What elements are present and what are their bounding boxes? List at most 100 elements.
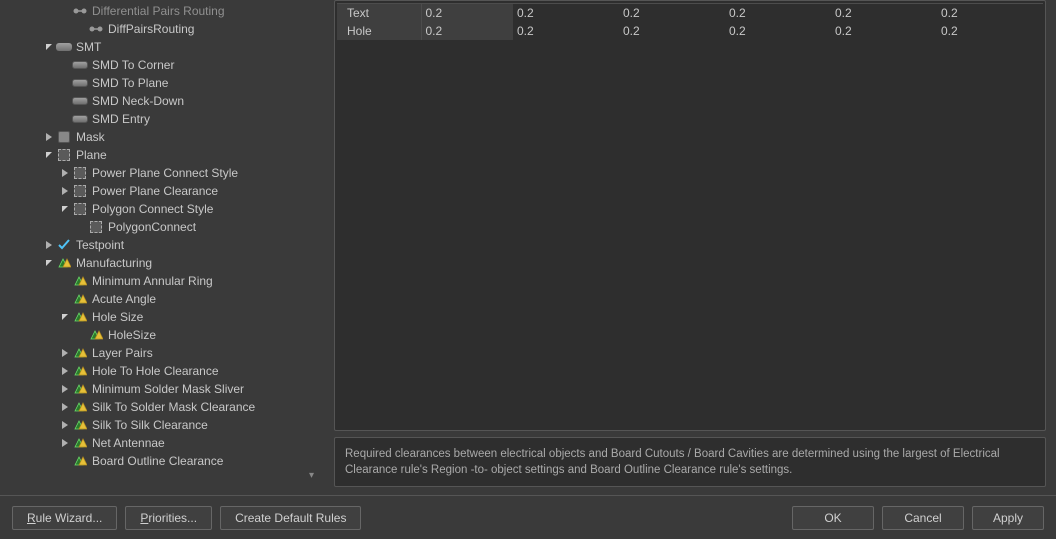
expand-icon[interactable] <box>60 168 70 178</box>
ok-button[interactable]: OK <box>792 506 874 530</box>
mfg-icon <box>72 292 88 306</box>
expand-icon[interactable] <box>60 438 70 448</box>
tree-item-mask[interactable]: Mask <box>10 128 326 146</box>
tree-item-polygon-connect-style[interactable]: Polygon Connect Style <box>10 200 326 218</box>
cancel-button[interactable]: Cancel <box>882 506 964 530</box>
tree-item-smd-neck-down[interactable]: SMD Neck-Down <box>10 92 326 110</box>
tree-item-hole-size[interactable]: Hole Size <box>10 308 326 326</box>
tree-item-label: Manufacturing <box>76 256 152 270</box>
expand-icon[interactable] <box>60 366 70 376</box>
clearance-grid: Text0.20.20.20.20.20.2Hole0.20.20.20.20.… <box>334 0 1046 431</box>
plane-icon <box>72 166 88 180</box>
cell[interactable]: 0.2 <box>619 4 725 23</box>
cell[interactable]: 0.2 <box>937 22 1043 40</box>
diff-icon <box>72 4 88 18</box>
mfg-icon <box>72 364 88 378</box>
tree-item-smt[interactable]: SMT <box>10 38 326 56</box>
tree-item-hole-to-hole-clearance[interactable]: Hole To Hole Clearance <box>10 362 326 380</box>
mask-icon <box>56 130 72 144</box>
tree-item-label: Layer Pairs <box>92 346 153 360</box>
tree-item-label: Hole Size <box>92 310 143 324</box>
tree-item-minimum-annular-ring[interactable]: Minimum Annular Ring <box>10 272 326 290</box>
tree-item-power-plane-clearance[interactable]: Power Plane Clearance <box>10 182 326 200</box>
rule-wizard-button[interactable]: Rule Wizard... <box>12 506 117 530</box>
tree-item-label: Mask <box>76 130 105 144</box>
expand-icon[interactable] <box>60 384 70 394</box>
mfg-icon <box>72 400 88 414</box>
cell[interactable]: 0.2 <box>831 4 937 23</box>
smt-icon <box>56 40 72 54</box>
tree-item-holesize[interactable]: HoleSize <box>10 326 326 344</box>
tree-item-smd-to-plane[interactable]: SMD To Plane <box>10 74 326 92</box>
mfg-icon <box>72 274 88 288</box>
tree-item-label: SMD To Corner <box>92 58 174 72</box>
table-row: Hole0.20.20.20.20.20.2 <box>337 22 1043 40</box>
cell[interactable]: 0.2 <box>421 4 513 23</box>
cell[interactable]: 0.2 <box>725 22 831 40</box>
tree-item-acute-angle[interactable]: Acute Angle <box>10 290 326 308</box>
tree-item-manufacturing[interactable]: Manufacturing <box>10 254 326 272</box>
collapse-icon[interactable] <box>44 42 54 52</box>
cell[interactable]: 0.2 <box>937 4 1043 23</box>
tree-item-testpoint[interactable]: Testpoint <box>10 236 326 254</box>
tree-item-differential-pairs-routing[interactable]: Differential Pairs Routing <box>10 2 326 20</box>
tree-item-minimum-solder-mask-sliver[interactable]: Minimum Solder Mask Sliver <box>10 380 326 398</box>
mfg-icon <box>72 310 88 324</box>
row-header: Hole <box>337 22 421 40</box>
expand-icon[interactable] <box>60 420 70 430</box>
priorities-button[interactable]: Priorities... <box>125 506 212 530</box>
tree-item-label: Power Plane Clearance <box>92 184 218 198</box>
apply-button[interactable]: Apply <box>972 506 1044 530</box>
collapse-icon[interactable] <box>44 258 54 268</box>
cell[interactable]: 0.2 <box>619 22 725 40</box>
tree-item-board-outline-clearance[interactable]: Board Outline Clearance <box>10 452 326 470</box>
scroll-down-icon[interactable]: ▾ <box>309 470 314 481</box>
tree-item-power-plane-connect-style[interactable]: Power Plane Connect Style <box>10 164 326 182</box>
smd-icon <box>72 58 88 72</box>
tree-item-smd-to-corner[interactable]: SMD To Corner <box>10 56 326 74</box>
tree-item-label: SMT <box>76 40 101 54</box>
smd-icon <box>72 112 88 126</box>
tree-item-layer-pairs[interactable]: Layer Pairs <box>10 344 326 362</box>
cell[interactable]: 0.2 <box>513 4 619 23</box>
mfg-icon <box>72 436 88 450</box>
tree-item-plane[interactable]: Plane <box>10 146 326 164</box>
tree-item-label: SMD Neck-Down <box>92 94 184 108</box>
tree-item-silk-to-solder-mask-clearance[interactable]: Silk To Solder Mask Clearance <box>10 398 326 416</box>
collapse-icon[interactable] <box>60 312 70 322</box>
tree-item-label: Power Plane Connect Style <box>92 166 238 180</box>
mfg-icon <box>56 256 72 270</box>
expand-icon[interactable] <box>44 132 54 142</box>
tree-item-net-antennae[interactable]: Net Antennae <box>10 434 326 452</box>
cell[interactable]: 0.2 <box>513 22 619 40</box>
cell[interactable]: 0.2 <box>725 4 831 23</box>
tree-item-label: HoleSize <box>108 328 156 342</box>
plane-icon <box>72 184 88 198</box>
plane-icon <box>72 202 88 216</box>
tree-item-label: Plane <box>76 148 107 162</box>
tree-item-label: Net Antennae <box>92 436 165 450</box>
tree-item-label: Board Outline Clearance <box>92 454 223 468</box>
smd-icon <box>72 94 88 108</box>
tree-item-label: Minimum Solder Mask Sliver <box>92 382 244 396</box>
tree-item-label: PolygonConnect <box>108 220 196 234</box>
rules-tree[interactable]: Differential Pairs RoutingDiffPairsRouti… <box>10 0 326 487</box>
collapse-icon[interactable] <box>60 204 70 214</box>
tree-item-smd-entry[interactable]: SMD Entry <box>10 110 326 128</box>
expand-icon[interactable] <box>44 240 54 250</box>
mfg-icon <box>88 328 104 342</box>
mfg-icon <box>72 418 88 432</box>
tree-item-diffpairsrouting[interactable]: DiffPairsRouting <box>10 20 326 38</box>
collapse-icon[interactable] <box>44 150 54 160</box>
tree-item-polygonconnect[interactable]: PolygonConnect <box>10 218 326 236</box>
expand-icon[interactable] <box>60 348 70 358</box>
create-default-rules-button[interactable]: Create Default Rules <box>220 506 361 530</box>
expand-icon[interactable] <box>60 186 70 196</box>
tree-item-silk-to-silk-clearance[interactable]: Silk To Silk Clearance <box>10 416 326 434</box>
tree-item-label: Testpoint <box>76 238 124 252</box>
tree-item-label: Hole To Hole Clearance <box>92 364 219 378</box>
cell[interactable]: 0.2 <box>421 22 513 40</box>
cell[interactable]: 0.2 <box>831 22 937 40</box>
check-icon <box>56 238 72 252</box>
expand-icon[interactable] <box>60 402 70 412</box>
